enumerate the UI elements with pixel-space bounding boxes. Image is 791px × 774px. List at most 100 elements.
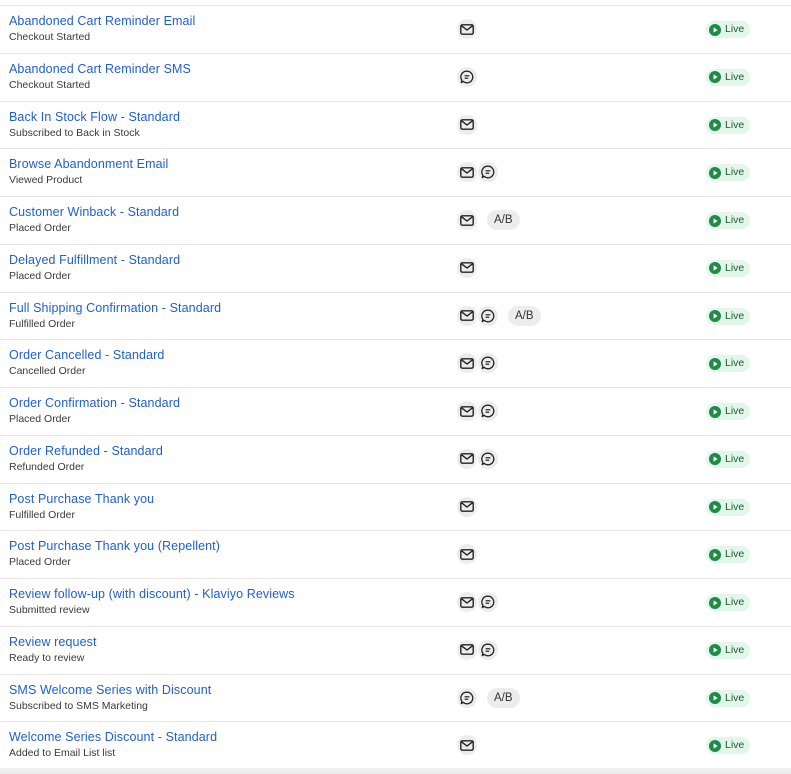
flow-channels — [457, 66, 478, 87]
flow-channels — [457, 19, 478, 39]
sms-icon — [478, 305, 498, 326]
flow-channels: A/B — [457, 305, 541, 326]
status-label: Live — [725, 596, 745, 608]
status-label: Live — [725, 691, 745, 704]
flow-channels: A/B — [457, 687, 520, 708]
flow-trigger-label: Subscribed to Back in Stock — [9, 126, 140, 139]
flow-row[interactable]: Back In Stock Flow - Standard Subscribed… — [0, 102, 791, 150]
status-badge: Live — [706, 212, 751, 229]
email-icon — [457, 353, 477, 374]
status-label: Live — [725, 739, 745, 752]
flow-name-link[interactable]: Order Confirmation - Standard — [9, 396, 180, 410]
flow-row[interactable]: Full Shipping Confirmation - Standard Fu… — [0, 293, 791, 341]
status-badge: Live — [706, 21, 751, 38]
flow-trigger-label: Submitted review — [9, 604, 90, 616]
sms-icon — [478, 639, 498, 660]
status-badge: Live — [706, 164, 751, 182]
ab-test-badge: A/B — [487, 210, 520, 230]
flow-trigger-label: Added to Email List list — [9, 747, 116, 760]
flow-trigger-label: Viewed Product — [9, 174, 83, 187]
status-label: Live — [725, 548, 745, 561]
flow-trigger-label: Ready to review — [9, 651, 85, 664]
flow-trigger-label: Placed Order — [9, 222, 71, 234]
flow-channels — [457, 257, 478, 278]
status-label: Live — [725, 261, 745, 274]
flow-row[interactable]: Post Purchase Thank you Fulfilled Order … — [0, 484, 791, 532]
flow-name-link[interactable]: Abandoned Cart Reminder SMS — [9, 62, 191, 76]
flow-row[interactable]: Abandoned Cart Reminder Email Checkout S… — [0, 6, 791, 54]
play-circle-icon — [709, 692, 721, 704]
flows-table: Abandoned Cart Reminder Email Checkout S… — [0, 0, 791, 774]
email-icon — [457, 496, 477, 517]
flow-name-link[interactable]: Post Purchase Thank you (Repellent) — [9, 539, 220, 553]
email-icon — [457, 19, 477, 39]
email-icon — [457, 162, 477, 183]
play-circle-icon — [709, 739, 721, 752]
flow-trigger-label: Cancelled Order — [9, 365, 86, 378]
status-label: Live — [725, 166, 745, 179]
flow-name-link[interactable]: Browse Abandonment Email — [9, 157, 168, 171]
email-icon — [457, 544, 477, 565]
status-badge: Live — [706, 689, 751, 707]
flow-row[interactable]: Order Cancelled - Standard Cancelled Ord… — [0, 340, 791, 388]
play-circle-icon — [709, 548, 721, 561]
flow-name-link[interactable]: Order Cancelled - Standard — [9, 348, 164, 362]
email-icon — [457, 401, 477, 421]
status-label: Live — [725, 70, 745, 83]
flow-name-link[interactable]: SMS Welcome Series with Discount — [9, 683, 211, 697]
status-badge: Live — [706, 594, 751, 611]
flow-trigger-label: Subscribed to SMS Marketing — [9, 699, 148, 712]
flow-row[interactable]: Post Purchase Thank you (Repellent) Plac… — [0, 531, 791, 579]
status-label: Live — [725, 118, 745, 131]
status-label: Live — [725, 214, 745, 226]
flow-trigger-label: Placed Order — [9, 556, 71, 569]
flow-trigger-label: Fulfilled Order — [9, 317, 75, 330]
flow-row[interactable]: Order Confirmation - Standard Placed Ord… — [0, 388, 791, 436]
flow-row[interactable]: Review request Ready to review Live — [0, 627, 791, 675]
sms-icon — [478, 401, 498, 421]
flow-channels — [457, 496, 478, 517]
email-icon — [457, 305, 477, 326]
flow-name-link[interactable]: Post Purchase Thank you — [9, 492, 154, 506]
flow-row[interactable]: Abandoned Cart Reminder SMS Checkout Sta… — [0, 54, 791, 102]
flow-channels — [457, 735, 478, 756]
flow-channels — [457, 639, 499, 660]
email-icon — [457, 592, 477, 612]
flow-trigger-label: Placed Order — [9, 269, 71, 282]
status-label: Live — [725, 309, 745, 322]
flow-row[interactable]: Delayed Fulfillment - Standard Placed Or… — [0, 245, 791, 293]
email-icon — [457, 735, 477, 756]
flow-channels — [457, 401, 499, 421]
flow-row[interactable]: Welcome Series Discount - Standard Added… — [0, 722, 791, 770]
play-circle-icon — [709, 71, 721, 84]
flow-row[interactable]: Review follow-up (with discount) - Klavi… — [0, 579, 791, 627]
flow-channels — [457, 448, 499, 469]
status-badge: Live — [706, 450, 751, 468]
flow-name-link[interactable]: Customer Winback - Standard — [9, 205, 179, 219]
flow-trigger-label: Placed Order — [9, 413, 71, 425]
flow-name-link[interactable]: Review follow-up (with discount) - Klavi… — [9, 587, 295, 601]
sms-icon — [457, 66, 477, 87]
sms-icon — [478, 448, 498, 469]
play-circle-icon — [709, 644, 721, 657]
flow-name-link[interactable]: Review request — [9, 635, 97, 649]
play-circle-icon — [709, 166, 721, 179]
table-bottom-edge — [0, 768, 791, 774]
flow-channels — [457, 544, 478, 565]
sms-icon — [478, 353, 498, 374]
flow-row[interactable]: Order Refunded - Standard Refunded Order… — [0, 436, 791, 484]
play-circle-icon — [709, 262, 721, 275]
status-badge: Live — [706, 641, 751, 659]
flow-name-link[interactable]: Delayed Fulfillment - Standard — [9, 253, 180, 267]
flow-row[interactable]: Browse Abandonment Email Viewed Product … — [0, 149, 791, 197]
flow-name-link[interactable]: Welcome Series Discount - Standard — [9, 730, 217, 744]
status-label: Live — [725, 357, 745, 370]
email-icon — [457, 639, 477, 660]
flow-row[interactable]: Customer Winback - Standard Placed Order… — [0, 197, 791, 245]
flow-channels — [457, 592, 499, 612]
flow-row[interactable]: SMS Welcome Series with Discount Subscri… — [0, 675, 791, 723]
flow-name-link[interactable]: Abandoned Cart Reminder Email — [9, 14, 195, 28]
flow-name-link[interactable]: Order Refunded - Standard — [9, 444, 163, 458]
flow-name-link[interactable]: Full Shipping Confirmation - Standard — [9, 301, 221, 315]
flow-name-link[interactable]: Back In Stock Flow - Standard — [9, 110, 180, 124]
